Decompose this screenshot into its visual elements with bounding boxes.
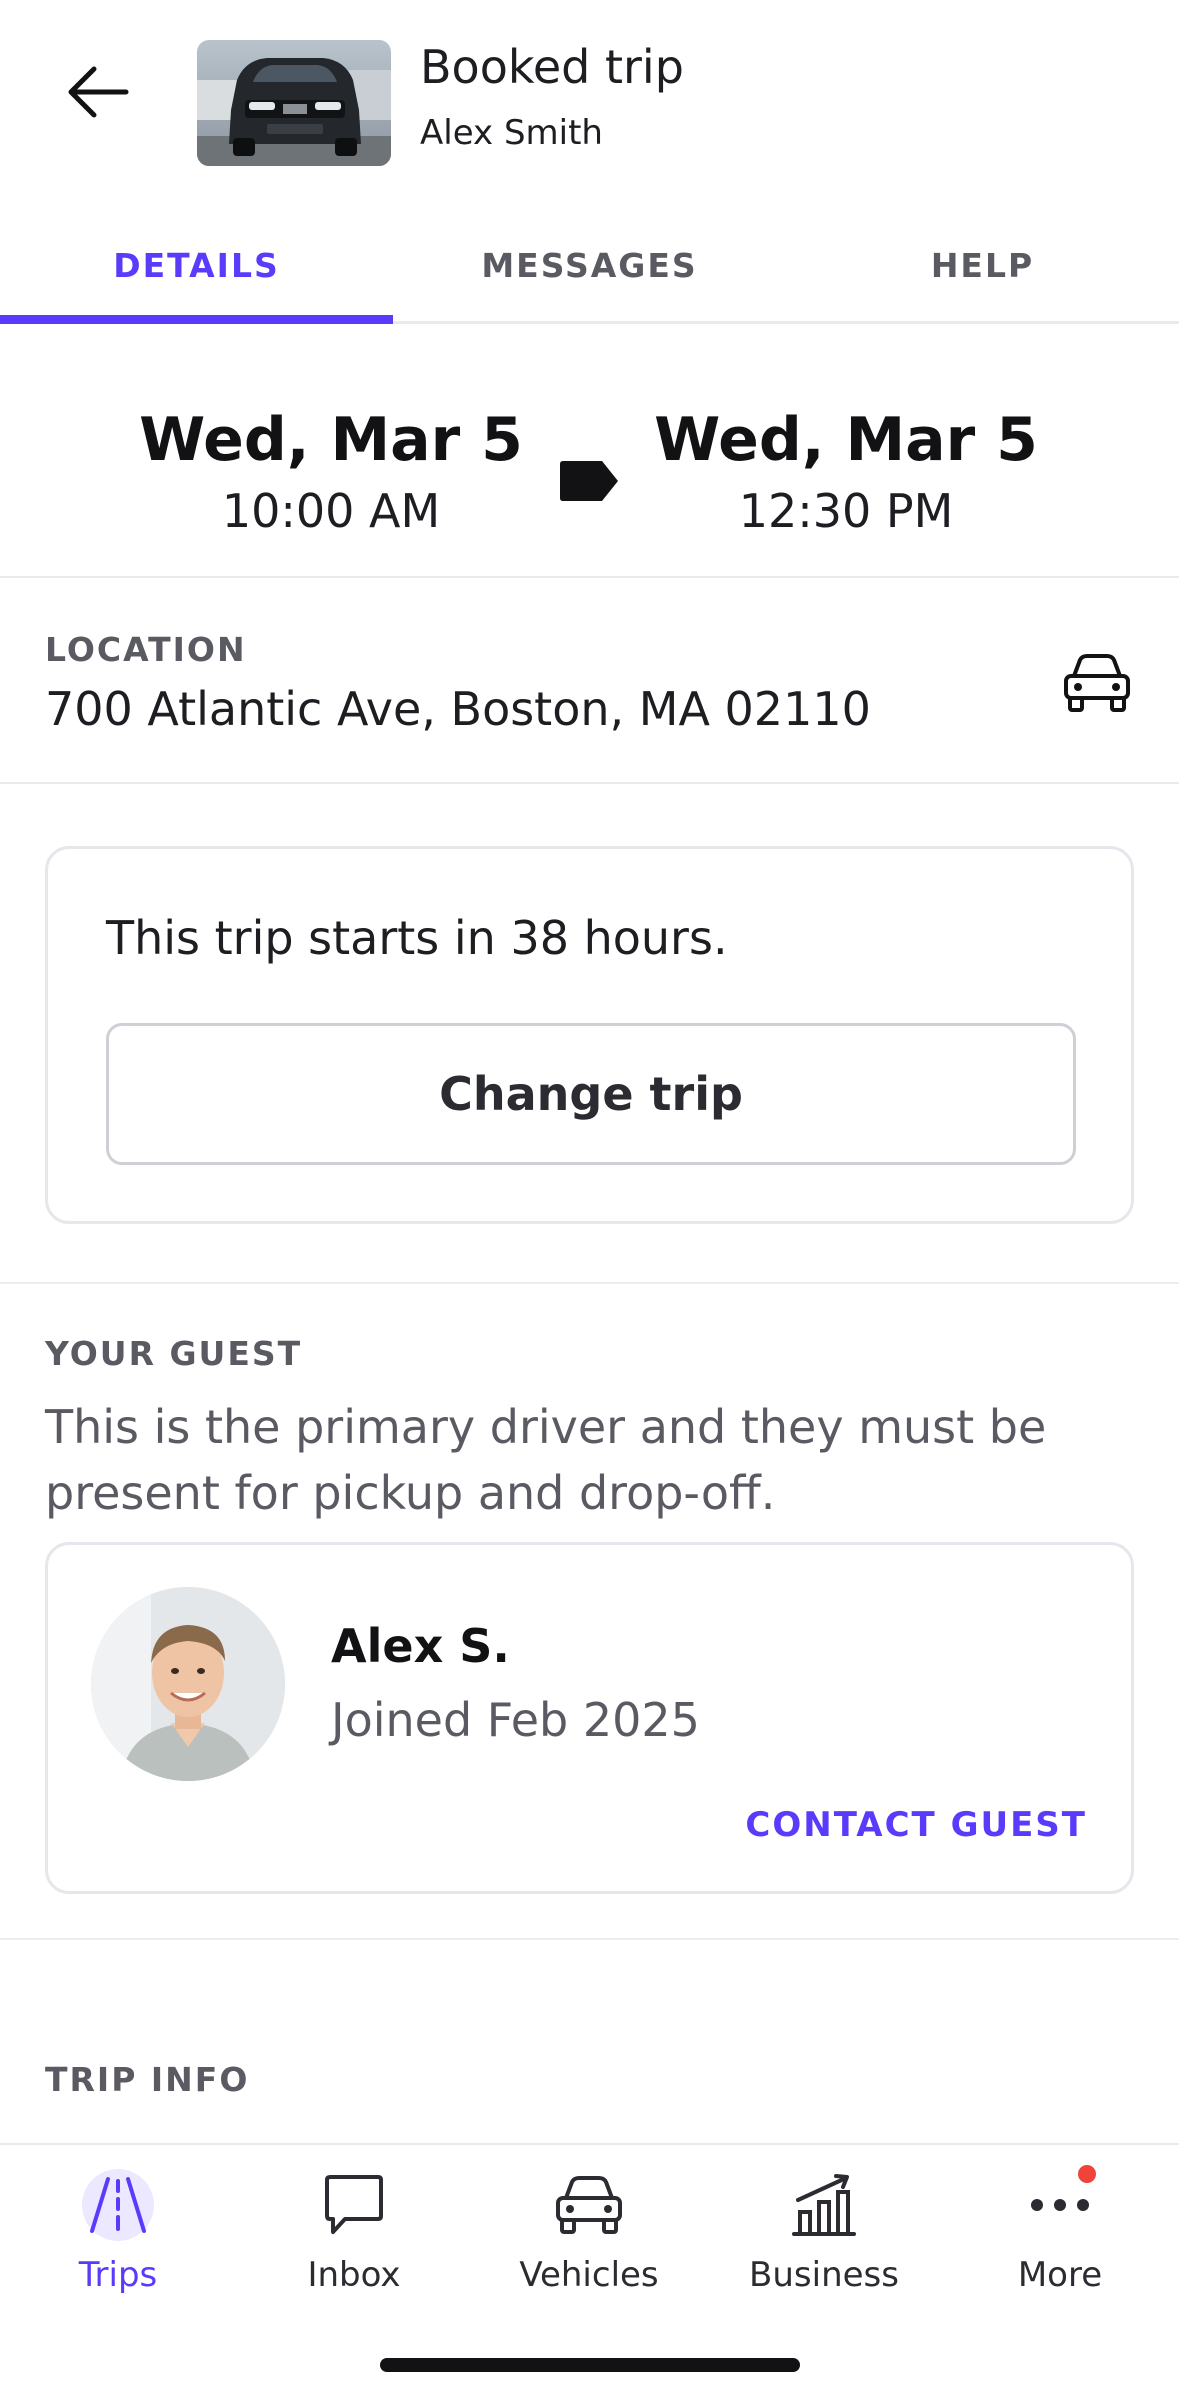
header-title: Booked trip: [420, 40, 684, 94]
nav-item-business[interactable]: Business: [706, 2165, 942, 2315]
arrow-tag-icon: [560, 461, 618, 501]
nav-label-trips: Trips: [78, 2255, 158, 2295]
app-header: Booked trip Alex Smith: [0, 0, 1179, 200]
guest-section-label: YOUR GUEST: [45, 1334, 303, 1373]
contact-guest-link[interactable]: CONTACT GUEST: [745, 1805, 1087, 1845]
guest-joined-date: Joined Feb 2025: [331, 1693, 700, 1747]
section-divider: [0, 1938, 1179, 1940]
bottom-navigation: Trips Inbox Vehicles Business More: [0, 2143, 1179, 2396]
nav-label-inbox: Inbox: [307, 2255, 401, 2295]
guest-full-name: Alex Smith: [420, 113, 603, 153]
change-trip-button[interactable]: Change trip: [106, 1023, 1076, 1165]
notification-badge: [1078, 2165, 1096, 2183]
avatar: [91, 1587, 285, 1781]
guest-description: This is the primary driver and they must…: [45, 1400, 1047, 1520]
vehicle-thumbnail: [197, 40, 391, 166]
start-time: 10:00 AM: [221, 484, 441, 538]
trip-end: Wed, Mar 5 12:30 PM: [636, 404, 1056, 540]
section-divider: [0, 1282, 1179, 1284]
nav-label-more: More: [1017, 2255, 1103, 2295]
start-date: Wed, Mar 5: [139, 405, 523, 475]
tab-bar: DETAILS MESSAGES HELP: [0, 210, 1179, 324]
end-date: Wed, Mar 5: [654, 405, 1038, 475]
location-address: 700 Atlantic Ave, Boston, MA 02110: [45, 682, 871, 736]
trip-status-card: This trip starts in 38 hours. Change tri…: [45, 846, 1134, 1224]
home-indicator[interactable]: [380, 2358, 800, 2372]
trip-countdown-text: This trip starts in 38 hours.: [106, 911, 728, 965]
back-button[interactable]: [58, 52, 138, 132]
trip-dates: Wed, Mar 5 10:00 AM Wed, Mar 5 12:30 PM: [0, 324, 1179, 578]
nav-item-vehicles[interactable]: Vehicles: [471, 2165, 707, 2315]
trip-details-screen: Booked trip Alex Smith DETAILS MESSAGES …: [0, 0, 1179, 2396]
end-time: 12:30 PM: [738, 484, 954, 538]
tab-details[interactable]: DETAILS: [0, 210, 393, 324]
nav-item-more[interactable]: More: [942, 2165, 1178, 2315]
nav-item-inbox[interactable]: Inbox: [236, 2165, 472, 2315]
road-icon: [90, 2177, 146, 2233]
car-icon: [1064, 654, 1130, 712]
nav-label-business: Business: [749, 2255, 899, 2295]
nav-label-vehicles: Vehicles: [519, 2255, 659, 2295]
trip-info-label: TRIP INFO: [45, 2060, 250, 2099]
guest-card[interactable]: Alex S. Joined Feb 2025 CONTACT GUEST: [45, 1542, 1134, 1894]
location-label: LOCATION: [45, 630, 247, 669]
car-icon: [556, 2176, 622, 2234]
more-dots-icon: [1031, 2199, 1089, 2211]
tab-messages[interactable]: MESSAGES: [393, 210, 786, 321]
guest-name: Alex S.: [331, 1619, 510, 1673]
arrow-left-icon: [68, 66, 129, 118]
chat-bubble-icon: [325, 2175, 383, 2234]
location-section[interactable]: LOCATION 700 Atlantic Ave, Boston, MA 02…: [0, 578, 1179, 784]
trip-start: Wed, Mar 5 10:00 AM: [121, 404, 541, 540]
chart-icon: [792, 2174, 856, 2236]
nav-item-trips[interactable]: Trips: [0, 2165, 236, 2315]
tab-help[interactable]: HELP: [786, 210, 1179, 321]
